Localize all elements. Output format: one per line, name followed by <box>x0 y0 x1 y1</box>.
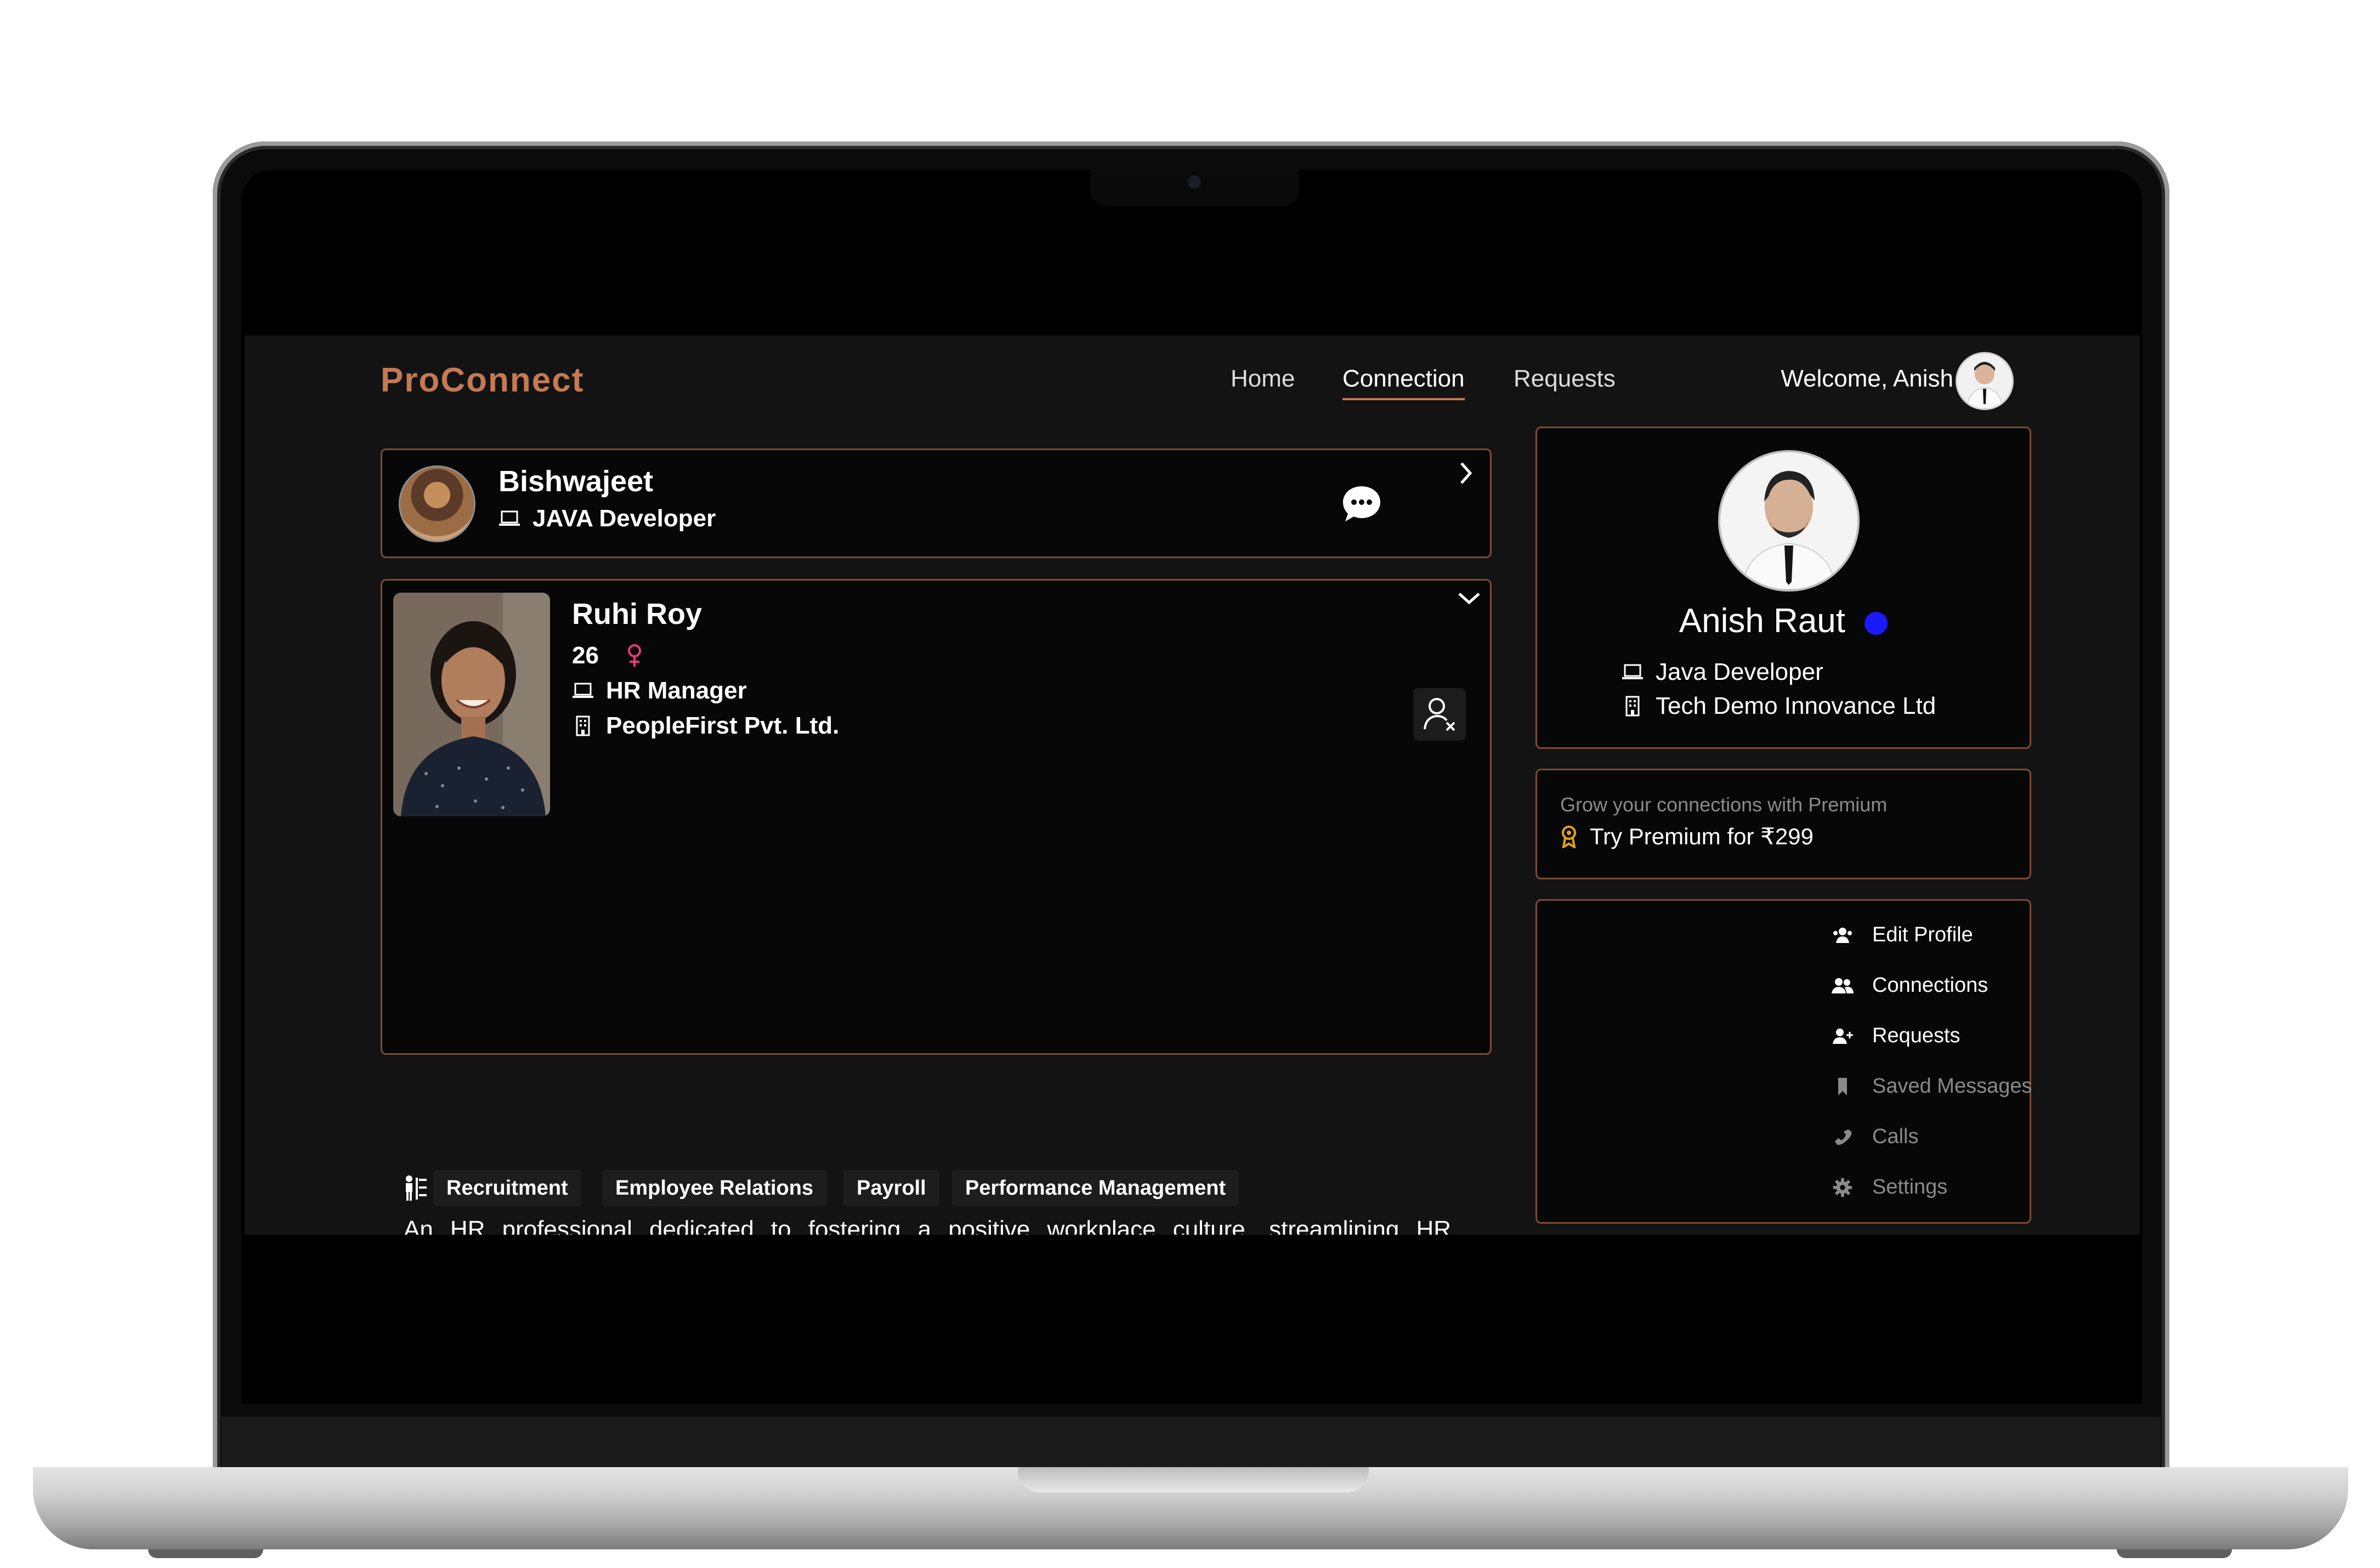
connection-age-row: 26 <box>572 642 643 669</box>
premium-cta-row[interactable]: Try Premium for ₹299 <box>1560 823 1814 850</box>
profile-company-row: Tech Demo Innovance Ltd <box>1622 692 1936 720</box>
profile-role-row: Java Developer <box>1622 658 1823 686</box>
profile-avatar[interactable] <box>1718 450 1860 592</box>
edit-profile-icon <box>1832 927 1854 944</box>
connection-name: Ruhi Roy <box>572 598 702 630</box>
laptop-icon <box>572 682 594 700</box>
connection-avatar <box>399 465 475 542</box>
phone-icon <box>1832 1127 1854 1147</box>
remove-connection-button[interactable] <box>1413 688 1466 741</box>
menu-item-label: Settings <box>1872 1175 1948 1198</box>
profile-role: Java Developer <box>1656 658 1823 685</box>
building-icon <box>572 715 594 737</box>
brand-logo[interactable]: ProConnect <box>381 361 584 400</box>
laptop-opening-notch <box>1018 1467 1369 1492</box>
laptop-foot-right <box>2117 1549 2232 1558</box>
menu-item-label: Calls <box>1872 1125 1919 1148</box>
connection-company: PeopleFirst Pvt. Ltd. <box>606 712 840 739</box>
menu-item-requests[interactable]: Requests <box>1832 1024 1960 1048</box>
menu-item-connections[interactable]: Connections <box>1832 974 1988 997</box>
camera-icon <box>1188 175 1201 189</box>
skill-chip: Employee Relations <box>602 1170 827 1206</box>
menu-item-settings[interactable]: Settings <box>1832 1175 1947 1199</box>
laptop-foot-left <box>148 1549 263 1558</box>
app-screen: ProConnect Home Connection Requests Welc… <box>245 336 2140 1235</box>
gear-icon <box>1832 1177 1854 1198</box>
skill-chip: Recruitment <box>433 1170 581 1206</box>
laptop-hinge <box>222 1417 2161 1467</box>
menu-item-saved-messages[interactable]: Saved Messages <box>1832 1075 2032 1098</box>
connection-role-row: JAVA Developer <box>498 505 716 532</box>
award-icon <box>1560 825 1578 848</box>
building-icon <box>1622 695 1644 717</box>
user-avatar[interactable] <box>1956 352 2014 410</box>
remove-user-icon <box>1424 698 1455 731</box>
chevron-right-icon[interactable] <box>1457 460 1475 486</box>
menu-item-calls[interactable]: Calls <box>1832 1125 1918 1149</box>
nav-requests[interactable]: Requests <box>1514 365 1616 393</box>
bookmark-icon <box>1832 1077 1854 1097</box>
skill-chip: Payroll <box>843 1170 939 1206</box>
menu-item-label: Edit Profile <box>1872 923 1973 946</box>
chevron-down-icon[interactable] <box>1456 589 1482 607</box>
menu-item-label: Saved Messages <box>1872 1075 2032 1098</box>
profile-card: Anish Raut Java Developer Tech Demo Inno… <box>1535 427 2031 749</box>
connection-card-expanded[interactable]: Ruhi Roy 26 HR Manager PeopleFirst Pvt. … <box>381 579 1492 1055</box>
skills-icon <box>404 1174 428 1202</box>
menu-item-label: Requests <box>1872 1024 1960 1047</box>
online-status-icon <box>1865 611 1888 635</box>
profile-company: Tech Demo Innovance Ltd <box>1656 692 1936 719</box>
connection-age: 26 <box>572 642 599 669</box>
nav-home[interactable]: Home <box>1231 365 1295 393</box>
premium-card[interactable]: Grow your connections with Premium Try P… <box>1535 769 2031 879</box>
female-icon <box>626 644 643 668</box>
connections-icon <box>1832 977 1854 995</box>
menu-item-edit-profile[interactable]: Edit Profile <box>1832 923 1973 947</box>
connection-role: HR Manager <box>606 677 747 704</box>
chat-icon[interactable] <box>1341 483 1382 525</box>
premium-caption: Grow your connections with Premium <box>1560 793 1888 816</box>
connection-role-row: HR Manager <box>572 677 747 705</box>
laptop-icon <box>498 510 520 527</box>
profile-name: Anish Raut <box>1679 602 1846 640</box>
add-user-icon <box>1832 1027 1854 1045</box>
connection-role: JAVA Developer <box>532 505 716 532</box>
premium-cta: Try Premium for ₹299 <box>1590 823 1814 849</box>
connection-company-row: PeopleFirst Pvt. Ltd. <box>572 712 839 740</box>
nav-connection[interactable]: Connection <box>1342 365 1465 400</box>
menu-card <box>1535 899 2031 1224</box>
skill-chip: Performance Management <box>952 1170 1239 1206</box>
profile-name-row: Anish Raut <box>1537 601 2030 640</box>
laptop-icon <box>1622 663 1644 681</box>
connection-card-collapsed[interactable]: Bishwajeet JAVA Developer <box>381 448 1492 558</box>
connection-photo <box>393 593 550 816</box>
menu-item-label: Connections <box>1872 974 1988 997</box>
connection-bio: An HR professional dedicated to fosterin… <box>404 1216 1451 1235</box>
connection-name: Bishwajeet <box>498 465 654 498</box>
welcome-text: Welcome, Anish <box>1781 365 1953 392</box>
